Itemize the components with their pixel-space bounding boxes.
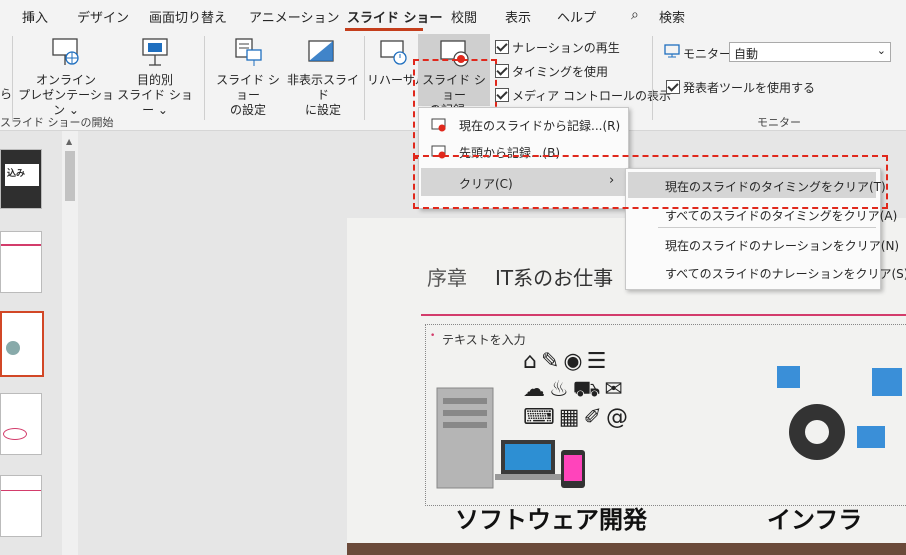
separator: [364, 36, 365, 120]
online-presentation-button[interactable]: オンライン プレゼンテーション ⌄: [17, 73, 115, 118]
media-controls-label: メディア コントロールの表示: [512, 89, 671, 103]
laptop-icon: [495, 440, 561, 480]
menu-separator: [658, 227, 876, 228]
label-software: ソフトウェア開発: [455, 506, 647, 534]
presenter-view-label: 発表者ツールを使用する: [683, 81, 816, 95]
custom-show-button[interactable]: 目的別 スライド ショー ⌄: [113, 73, 197, 118]
monitor-select-value: 自動: [734, 47, 759, 61]
it-icons-grid: ⌂✎◉☰ ☁♨⛟✉ ⌨▦✐@: [523, 349, 632, 430]
tab-insert[interactable]: 挿入: [22, 7, 48, 26]
thumbnail-graphic: [6, 341, 20, 355]
thumbnail-line: [1, 490, 41, 491]
clear-timing-all-item[interactable]: すべてのスライドのタイミングをクリア(A): [665, 207, 897, 224]
gear-icon: [777, 366, 902, 460]
slide-thumbnail[interactable]: 込み: [0, 149, 42, 209]
custom-show-icon[interactable]: [140, 36, 170, 68]
active-tab-indicator: [345, 28, 423, 31]
timing-checkbox[interactable]: [495, 64, 509, 78]
monitor-label: モニター:: [683, 47, 736, 61]
narration-label: ナレーションの再生: [512, 41, 620, 55]
setup-show-icon[interactable]: [233, 36, 263, 68]
thumbnail-graphic: [3, 428, 27, 440]
slide-thumbnail-selected[interactable]: [0, 311, 44, 377]
phone-icon: [561, 450, 585, 488]
title-divider: [421, 314, 906, 316]
tab-review[interactable]: 校閲: [451, 7, 477, 26]
highlight-box-clear: [413, 155, 888, 209]
separator: [652, 36, 653, 120]
thumbnail-content: 込み: [5, 164, 39, 186]
media-controls-checkbox[interactable]: [495, 88, 509, 102]
thumbnail-pane: ▲ 込み: [0, 131, 80, 555]
label-infra: インフラ: [767, 506, 863, 534]
slide-title-prefix: 序章: [427, 266, 467, 290]
server-icon: [436, 387, 494, 489]
bullet-text: テキストを入力: [442, 333, 526, 347]
presenter-view-checkbox[interactable]: [666, 80, 680, 94]
scroll-up-icon[interactable]: ▲: [66, 137, 72, 146]
tab-design[interactable]: デザイン: [77, 7, 129, 26]
thumbnail-scrollbar[interactable]: ▲: [62, 131, 78, 555]
hide-slide-icon[interactable]: [306, 36, 336, 68]
ribbon-tab-bar: 挿入 デザイン 画面切り替え アニメーション スライド ショー 校閲 表示 ヘル…: [0, 0, 906, 32]
search-label[interactable]: 検索: [659, 7, 685, 26]
setup-show-button[interactable]: スライド ショー の設定: [211, 73, 285, 118]
clear-narration-current-item[interactable]: 現在のスライドのナレーションをクリア(N): [665, 237, 899, 254]
bullet-icon: •: [430, 331, 436, 341]
rehearse-timings-button[interactable]: リハーサル: [367, 73, 427, 88]
scrollbar-thumb[interactable]: [65, 151, 75, 201]
chevron-down-icon: ⌄: [876, 44, 886, 57]
search-icon[interactable]: ⌕: [631, 7, 639, 23]
separator: [12, 36, 13, 120]
tab-help[interactable]: ヘルプ: [557, 7, 596, 26]
slide-thumbnail[interactable]: [0, 475, 42, 537]
group-label-start: スライド ショーの開始: [0, 116, 114, 129]
tab-view[interactable]: 表示: [505, 7, 531, 26]
timing-label: タイミングを使用: [512, 65, 609, 79]
group-label-monitor: モニター: [757, 116, 801, 129]
online-presentation-icon[interactable]: [50, 36, 80, 68]
partial-button-label[interactable]: ら: [0, 87, 12, 102]
monitor-icon: [664, 44, 680, 58]
slide-floor: [347, 543, 906, 555]
rehearse-timings-icon[interactable]: [378, 36, 408, 68]
slide-thumbnail[interactable]: [0, 231, 42, 293]
thumbnail-text: 込み: [7, 169, 26, 179]
slide-title: IT系のお仕事: [495, 266, 614, 290]
thumbnail-line: [1, 244, 41, 246]
tab-animations[interactable]: アニメーション: [249, 7, 339, 26]
clear-narration-all-item[interactable]: すべてのスライドのナレーションをクリア(S): [665, 265, 906, 282]
monitor-select[interactable]: 自動 ⌄: [729, 42, 891, 62]
narration-checkbox[interactable]: [495, 40, 509, 54]
tab-slideshow[interactable]: スライド ショー: [347, 7, 443, 26]
separator: [204, 36, 205, 120]
record-from-current-item[interactable]: 現在のスライドから記録...(R): [459, 117, 620, 134]
record-current-icon: [431, 118, 447, 132]
tab-transitions[interactable]: 画面切り替え: [149, 7, 227, 26]
hide-slide-button[interactable]: 非表示スライド に設定: [285, 73, 361, 118]
slide-thumbnail[interactable]: [0, 393, 42, 455]
